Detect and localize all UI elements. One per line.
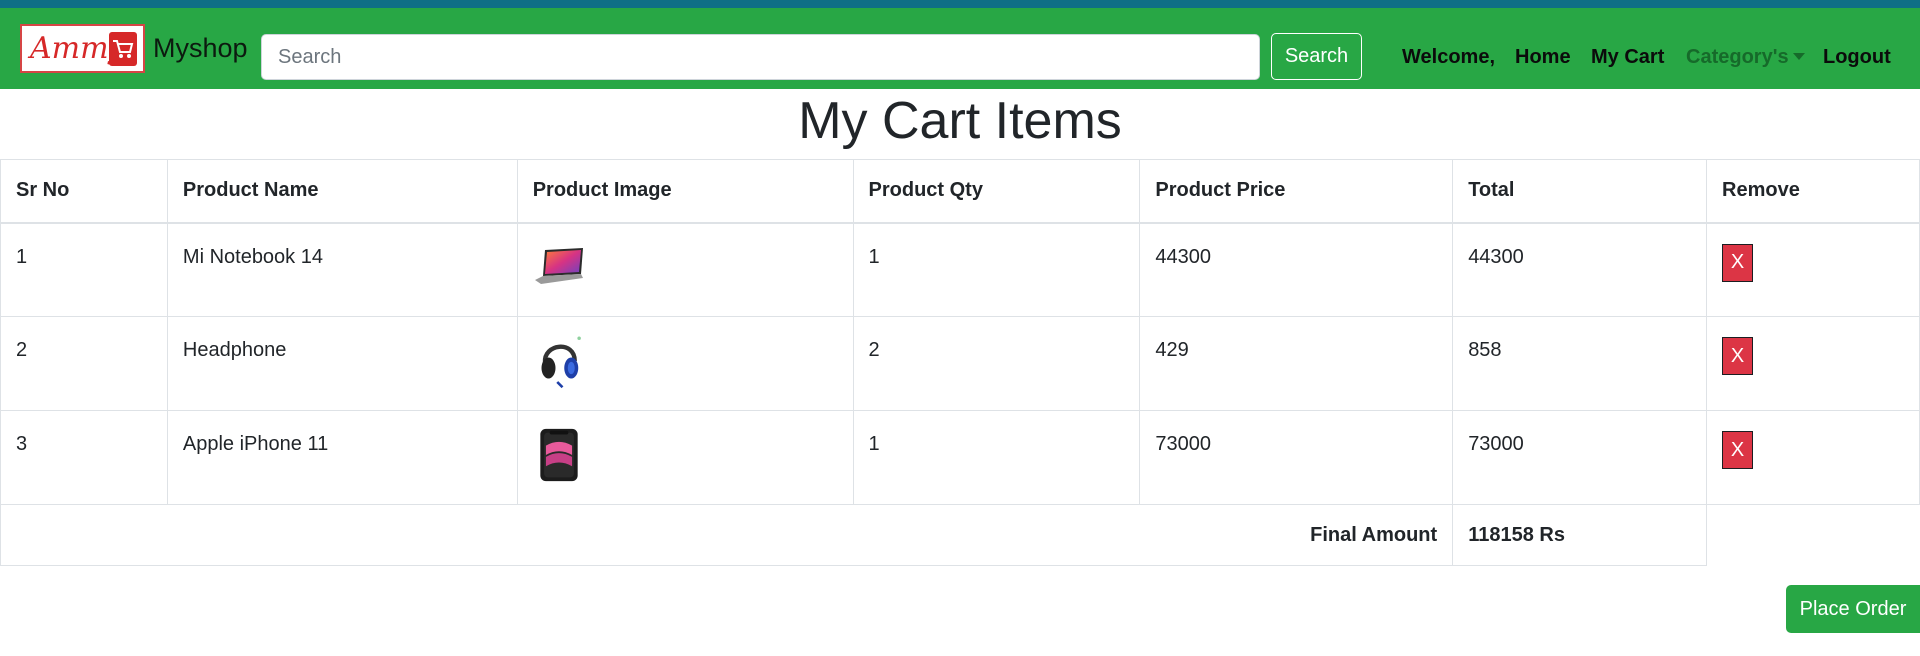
final-amount-label: Final Amount — [0, 504, 1454, 566]
search-input[interactable] — [261, 34, 1260, 80]
cart-table: Sr No Product Name Product Image Product… — [0, 159, 1920, 566]
nav-my-cart-link[interactable]: My Cart — [1591, 46, 1664, 69]
header-product-name: Product Name — [166, 159, 518, 224]
cell-product-name: Mi Notebook 14 — [166, 222, 518, 317]
remove-item-button[interactable]: X — [1722, 243, 1754, 282]
headphone-image — [541, 336, 581, 389]
cell-remove: X — [1706, 316, 1920, 411]
nav-category-label: Category's — [1686, 46, 1789, 68]
remove-item-button[interactable]: X — [1722, 431, 1754, 469]
laptop-image — [534, 247, 583, 284]
header-product-image: Product Image — [516, 159, 854, 224]
cell-remove: X — [1706, 222, 1920, 317]
header-sr-no: Sr No — [0, 159, 168, 224]
top-strip — [0, 0, 1920, 8]
cell-sr-no: 2 — [0, 316, 168, 411]
table-row: 3 Apple iPhone 11 1 73000 73000 X — [0, 410, 1920, 505]
table-row: 1 Mi Notebook 14 1 44300 44300 X — [0, 222, 1920, 317]
brand-logo[interactable]: Ammy — [20, 24, 145, 73]
nav-home-link[interactable]: Home — [1515, 46, 1571, 69]
cell-total: 858 — [1452, 316, 1708, 411]
cell-product-image — [516, 222, 854, 317]
header-product-qty: Product Qty — [852, 159, 1141, 224]
cell-product-image — [516, 316, 854, 411]
nav-category-dropdown[interactable]: Category's — [1686, 46, 1805, 69]
cell-product-qty: 2 — [852, 316, 1141, 411]
final-amount-row: Final Amount 118158 Rs — [0, 504, 1920, 566]
place-order-button[interactable]: Place Order — [1786, 585, 1920, 633]
cell-product-name: Headphone — [166, 316, 518, 411]
nav-logout-link[interactable]: Logout — [1823, 46, 1891, 69]
header-total: Total — [1452, 159, 1708, 224]
remove-item-button[interactable]: X — [1722, 337, 1754, 375]
brand[interactable]: Ammy Myshop — [20, 24, 248, 73]
page-title: My Cart Items — [798, 92, 1122, 150]
nav-welcome: Welcome, — [1402, 46, 1495, 68]
header-product-price: Product Price — [1139, 159, 1454, 224]
header-remove: Remove — [1706, 159, 1920, 224]
search-button[interactable]: Search — [1271, 33, 1362, 80]
cell-total: 44300 — [1452, 222, 1708, 317]
cell-product-price: 429 — [1139, 316, 1454, 411]
navbar: Ammy Myshop Search Welcome, Home My Cart… — [0, 8, 1920, 89]
table-row: 2 Headphone 2 429 858 X — [0, 316, 1920, 411]
cell-total: 73000 — [1452, 410, 1708, 505]
table-header-row: Sr No Product Name Product Image Product… — [0, 159, 1920, 224]
caret-down-icon — [1792, 53, 1805, 60]
cell-sr-no: 1 — [0, 222, 168, 317]
final-amount-value: 118158 Rs — [1452, 504, 1708, 566]
cell-product-price: 44300 — [1139, 222, 1454, 317]
brand-name[interactable]: Myshop — [153, 33, 248, 64]
cell-sr-no: 3 — [0, 410, 168, 505]
final-empty-cell — [1707, 505, 1920, 566]
cell-remove: X — [1706, 410, 1920, 505]
cell-product-price: 73000 — [1139, 410, 1454, 505]
cell-product-name: Apple iPhone 11 — [166, 410, 518, 505]
shopping-cart-icon — [109, 32, 137, 66]
cell-product-qty: 1 — [852, 222, 1141, 317]
cell-product-qty: 1 — [852, 410, 1141, 505]
iphone-image — [540, 428, 578, 482]
cell-product-image — [516, 410, 854, 505]
